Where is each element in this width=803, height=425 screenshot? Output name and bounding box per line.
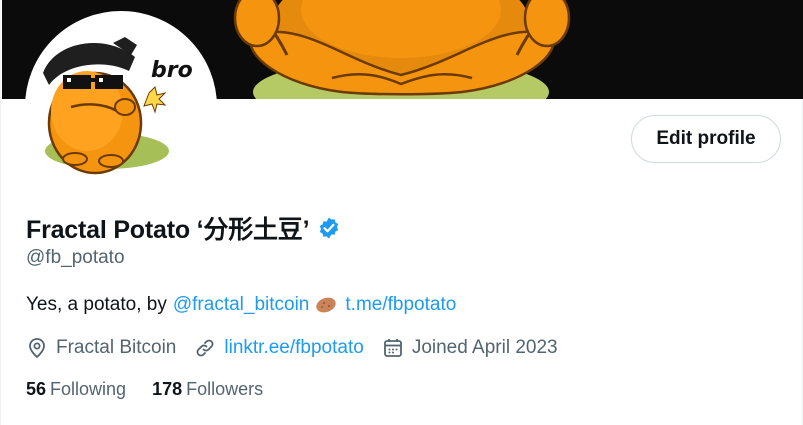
potato-emoji-icon [315, 294, 337, 316]
meta-website: linktr.ee/fbpotato [194, 337, 364, 359]
location-text: Fractal Bitcoin [56, 337, 177, 358]
following-label: Following [50, 379, 127, 399]
followers-link[interactable]: 178 Followers [152, 379, 263, 400]
bio-text: Yes, a potato, by [26, 294, 167, 315]
avatar-potato-illustration: bro [29, 15, 213, 199]
verified-badge-icon[interactable] [317, 216, 341, 240]
user-handle: @fb_potato [26, 247, 125, 268]
website-link[interactable]: linktr.ee/fbpotato [224, 337, 363, 359]
bio-mention-link[interactable]: @fractal_bitcoin [173, 294, 310, 316]
profile-meta: Fractal Bitcoin linktr.ee/fbpotato Joine… [26, 337, 576, 359]
edit-profile-button[interactable]: Edit profile [631, 115, 781, 163]
following-link[interactable]: 56 Following [26, 379, 126, 400]
followers-count: 178 [152, 379, 183, 399]
calendar-icon [382, 337, 404, 359]
bio-telegram-link[interactable]: t.me/fbpotato [345, 294, 456, 316]
meta-location: Fractal Bitcoin [26, 337, 176, 359]
avatar-caption: bro [151, 58, 193, 83]
joined-date-text: Joined April 2023 [411, 337, 558, 358]
profile-avatar[interactable]: bro [25, 11, 217, 203]
profile-header: bro Edit profile Fractal Potato ‘分形土豆’ @… [0, 0, 803, 425]
location-pin-icon [26, 337, 48, 359]
followers-label: Followers [186, 379, 264, 399]
profile-bio: Yes, a potato, by @fractal_bitcoin t.me/… [26, 294, 456, 316]
display-name-row: Fractal Potato ‘分形土豆’ [26, 210, 341, 246]
following-count: 56 [26, 379, 47, 399]
link-icon [194, 337, 216, 359]
follow-stats: 56 Following 178 Followers [26, 379, 289, 400]
display-name: Fractal Potato ‘分形土豆’ [26, 216, 310, 244]
meta-joined: Joined April 2023 [382, 337, 558, 359]
